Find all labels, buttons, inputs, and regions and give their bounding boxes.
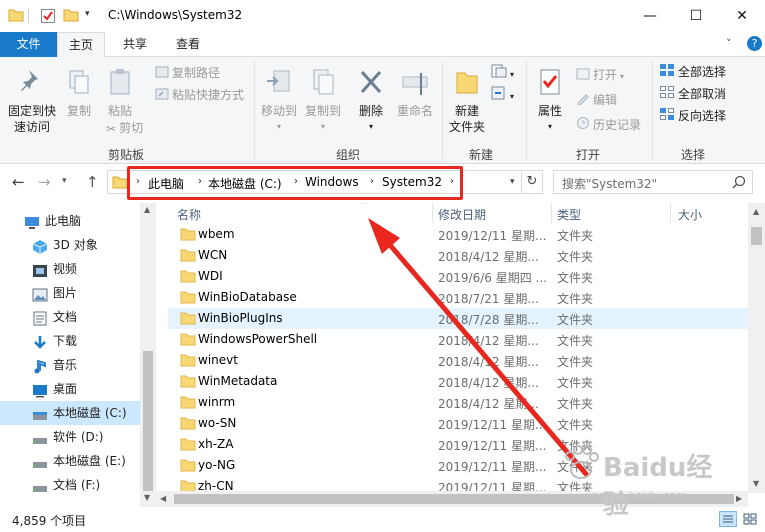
watermark-url: jingyan.baidu.com <box>585 489 687 502</box>
paw-logo-icon <box>565 445 599 479</box>
watermark-brand: Baidu经验 <box>603 453 713 520</box>
baidu-watermark: Baidu经验 jingyan.baidu.com <box>555 443 735 520</box>
